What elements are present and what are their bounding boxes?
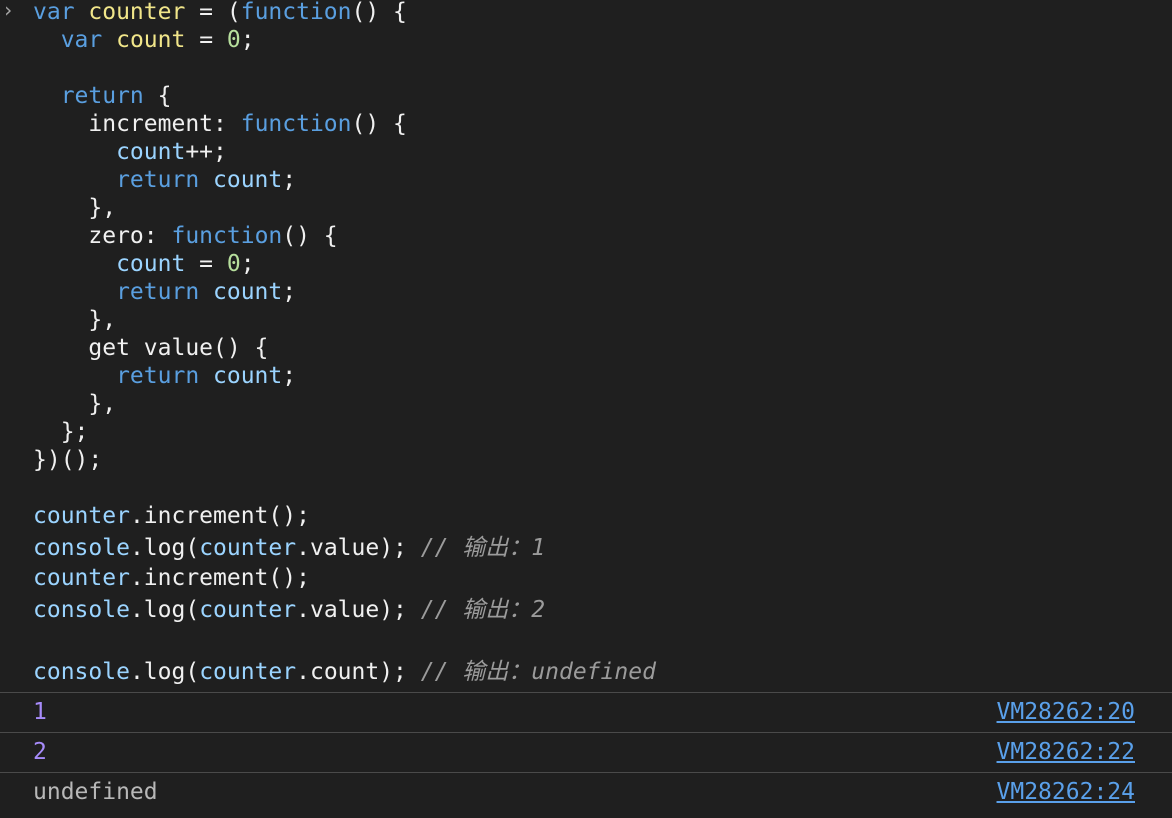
code-token: }, bbox=[33, 195, 117, 221]
code-token: }; bbox=[33, 419, 89, 445]
code-token: count bbox=[199, 167, 283, 193]
code-line: }, bbox=[33, 306, 116, 334]
code-line: increment: function() { bbox=[33, 110, 407, 138]
code-token: counter bbox=[33, 565, 130, 591]
code-line: var count = 0; bbox=[33, 26, 255, 54]
source-location-link[interactable]: VM28262:24 bbox=[997, 778, 1135, 806]
code-comment: // 输出：undefined bbox=[420, 659, 656, 685]
code-token: .log( bbox=[129, 535, 200, 561]
code-token: .value); bbox=[296, 597, 421, 623]
code-token: var bbox=[33, 27, 117, 53]
code-token: console bbox=[33, 535, 130, 561]
code-token: counter bbox=[88, 0, 186, 25]
code-token: count bbox=[199, 279, 283, 305]
code-token: { bbox=[143, 83, 172, 109]
code-line: return count; bbox=[33, 278, 296, 306]
code-line: return count; bbox=[33, 362, 296, 390]
code-token: counter bbox=[199, 597, 297, 623]
console-output-row: 2 VM28262:22 bbox=[0, 732, 1172, 772]
code-token: function bbox=[240, 111, 352, 137]
code-token: count bbox=[199, 363, 283, 389]
code-line: console.log(counter.count); // 输出：undefi… bbox=[33, 658, 656, 686]
code-token: = ( bbox=[185, 0, 241, 25]
code-token: .log( bbox=[129, 597, 200, 623]
code-line: count = 0; bbox=[33, 250, 255, 278]
code-token: = bbox=[185, 27, 227, 53]
code-token: counter bbox=[33, 503, 130, 529]
code-token: increment: bbox=[33, 111, 241, 137]
code-comment: // 输出：1 bbox=[420, 535, 546, 561]
code-token: 0 bbox=[226, 251, 241, 277]
code-token: return bbox=[33, 167, 200, 193]
console-output-row: undefined VM28262:24 bbox=[0, 772, 1172, 812]
code-token: get value() { bbox=[33, 335, 269, 361]
code-token: ; bbox=[282, 167, 297, 193]
code-token: return bbox=[33, 279, 200, 305]
code-token: count bbox=[33, 139, 186, 165]
code-token: count bbox=[116, 27, 186, 53]
code-token: function bbox=[240, 0, 352, 25]
code-token: }, bbox=[33, 391, 117, 417]
code-line: }, bbox=[33, 390, 116, 418]
code-token: .increment(); bbox=[129, 503, 310, 529]
devtools-console: › var counter = (function() { var count … bbox=[0, 0, 1172, 818]
code-line: return count; bbox=[33, 166, 296, 194]
code-line: })(); bbox=[33, 446, 102, 474]
code-token: counter bbox=[199, 535, 297, 561]
code-line: zero: function() { bbox=[33, 222, 338, 250]
code-token: ; bbox=[282, 279, 297, 305]
output-value: 2 bbox=[33, 739, 47, 765]
code-comment: // 输出：2 bbox=[420, 597, 546, 623]
code-line: return { bbox=[33, 82, 172, 110]
code-token: 0 bbox=[226, 27, 241, 53]
code-token: ++; bbox=[185, 139, 227, 165]
code-token: console bbox=[33, 597, 130, 623]
code-token: .increment(); bbox=[129, 565, 310, 591]
output-value: 1 bbox=[33, 699, 47, 725]
code-token: }, bbox=[33, 307, 117, 333]
code-token: .value); bbox=[296, 535, 421, 561]
code-token: .log( bbox=[129, 659, 200, 685]
prompt-chevron-icon: › bbox=[2, 0, 15, 22]
code-token: })(); bbox=[33, 447, 103, 473]
code-line: counter.increment(); bbox=[33, 502, 310, 530]
code-token: = bbox=[185, 251, 227, 277]
code-token: ; bbox=[240, 27, 255, 53]
code-token: .count); bbox=[296, 659, 421, 685]
source-location-link[interactable]: VM28262:20 bbox=[997, 698, 1135, 726]
code-line: count++; bbox=[33, 138, 227, 166]
code-line: console.log(counter.value); // 输出：2 bbox=[33, 596, 545, 624]
code-token: var bbox=[33, 0, 89, 25]
code-line: }, bbox=[33, 194, 116, 222]
code-token: count bbox=[33, 251, 186, 277]
code-token: ; bbox=[282, 363, 297, 389]
code-token: return bbox=[33, 83, 144, 109]
console-output-row: 1 VM28262:20 bbox=[0, 692, 1172, 732]
console-input-block[interactable]: › var counter = (function() { var count … bbox=[0, 0, 1172, 692]
code-token: () { bbox=[351, 111, 407, 137]
code-line: console.log(counter.value); // 输出：1 bbox=[33, 534, 545, 562]
code-token: function bbox=[171, 223, 283, 249]
code-token: zero: bbox=[33, 223, 172, 249]
code-line: get value() { bbox=[33, 334, 268, 362]
output-value: undefined bbox=[33, 779, 158, 805]
code-token: console bbox=[33, 659, 130, 685]
code-line: }; bbox=[33, 418, 89, 446]
code-line: counter.increment(); bbox=[33, 564, 310, 592]
code-token: return bbox=[33, 363, 200, 389]
code-line: var counter = (function() { bbox=[33, 0, 407, 26]
code-token: () { bbox=[351, 0, 407, 25]
source-location-link[interactable]: VM28262:22 bbox=[997, 738, 1135, 766]
code-token: counter bbox=[199, 659, 297, 685]
code-token: () { bbox=[282, 223, 338, 249]
code-token: ; bbox=[240, 251, 255, 277]
